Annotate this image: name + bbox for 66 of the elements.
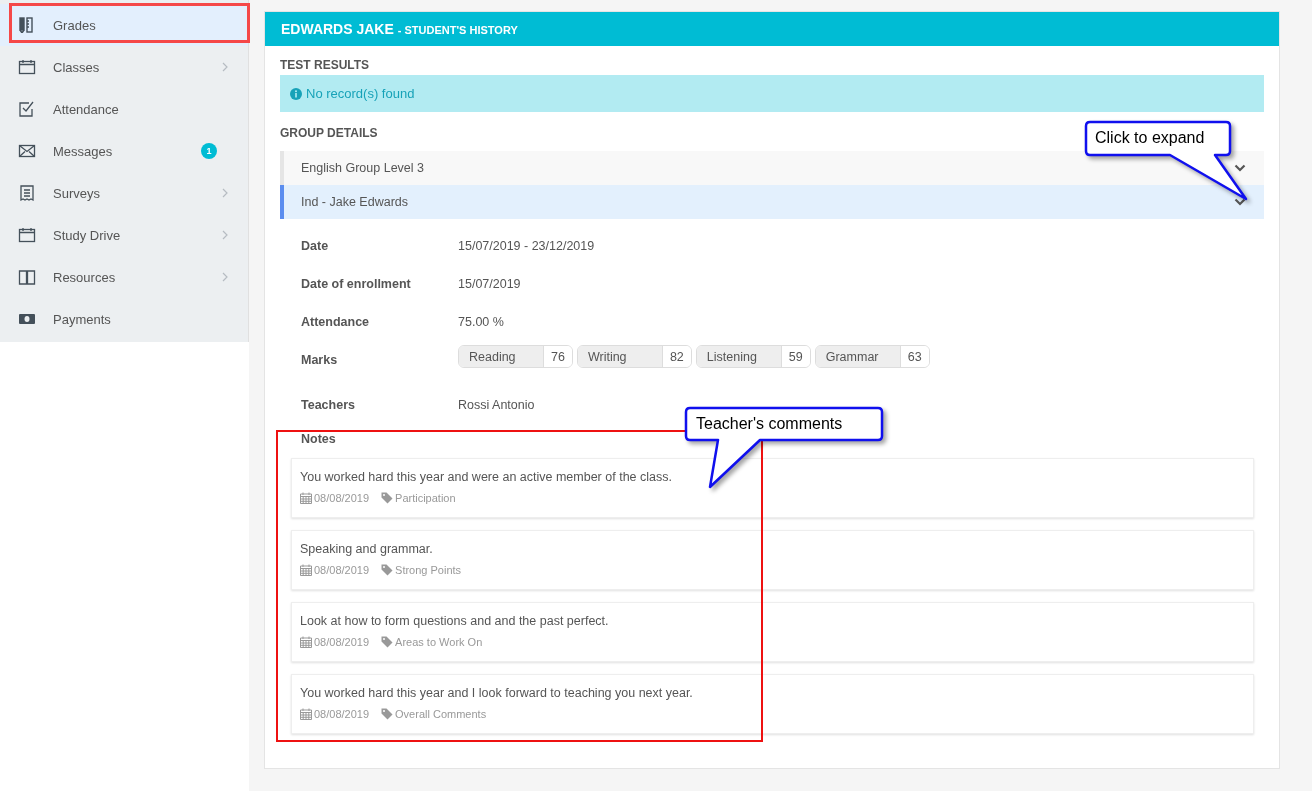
sidebar-item[interactable]: Resources: [0, 256, 248, 298]
tag-icon: [381, 636, 394, 648]
note-tag: Participation: [395, 492, 456, 504]
panel-subtitle: - STUDENT'S HISTORY: [397, 24, 518, 36]
sidebar-item[interactable]: Payments: [0, 298, 248, 340]
chevron-down-icon: [1234, 164, 1246, 172]
mark-subject: Grammar: [815, 346, 900, 367]
sidebar-item[interactable]: Classes: [0, 46, 248, 88]
book-icon: [18, 269, 36, 285]
banknote-icon: [18, 311, 36, 327]
note-tag: Overall Comments: [395, 708, 487, 720]
field-value: 15/07/2019: [458, 277, 521, 291]
document-icon: [18, 185, 36, 201]
field-label: Date: [301, 239, 330, 253]
field-label: Attendance: [301, 315, 371, 329]
sidebar-item[interactable]: Surveys: [0, 172, 248, 214]
mark-score: 82: [661, 346, 691, 367]
mark-subject: Writing: [577, 346, 662, 367]
sidebar-item[interactable]: Study Drive: [0, 214, 248, 256]
checkbox-icon: [18, 101, 36, 117]
calendar-icon: [300, 708, 312, 720]
note-date: 08/08/2019: [314, 708, 370, 720]
field-label: Date of enrollment: [301, 277, 412, 291]
calendar-icon: [18, 227, 36, 243]
note-date: 08/08/2019: [314, 636, 370, 648]
field-value: 75.00 %: [458, 315, 504, 329]
note-text: Look at how to form questions and and the past perfect.: [300, 614, 610, 628]
sidebar-item[interactable]: Messages 1: [0, 130, 248, 172]
calendar-icon: [300, 636, 312, 648]
callout-text: Teacher's comments: [696, 415, 843, 433]
note-tag: Areas to Work On: [395, 636, 483, 648]
sidebar-item[interactable]: Attendance: [0, 88, 248, 130]
calendar-icon: [300, 492, 312, 504]
group-header[interactable]: English Group Level 3: [280, 151, 1264, 185]
field-value: Rossi Antonio: [458, 398, 535, 412]
calendar-icon: [300, 564, 312, 576]
section-heading: TEST RESULTS: [280, 58, 370, 72]
tag-icon: [381, 564, 394, 576]
tag-icon: [381, 492, 394, 504]
note-date: 08/08/2019: [314, 564, 370, 576]
count-badge: 1: [201, 143, 217, 159]
chevron-down-icon: [1234, 198, 1246, 206]
group-header[interactable]: Ind - Jake Edwards: [280, 185, 1264, 219]
alert-message: No record(s) found: [306, 86, 415, 101]
note-date: 08/08/2019: [314, 492, 370, 504]
tag-icon: [381, 708, 394, 720]
panel-title: EDWARDS JAKE: [281, 21, 394, 37]
mark-subject: Reading: [459, 346, 543, 367]
info-icon: [290, 87, 302, 100]
note-text: You worked hard this year and I look forward to teaching you next year.: [300, 686, 694, 700]
note-text: Speaking and grammar.: [300, 542, 434, 556]
note-tag: Strong Points: [395, 564, 462, 576]
notes-heading: Notes: [301, 432, 337, 446]
calendar-icon: [18, 59, 36, 75]
envelope-icon: [18, 143, 36, 159]
mark-subject: Listening: [696, 346, 781, 367]
note-text: You worked hard this year and were an active member of the class.: [300, 470, 673, 484]
callout-text: Click to expand: [1095, 129, 1205, 147]
section-heading: GROUP DETAILS: [280, 126, 378, 140]
ruler-pencil-icon: [18, 17, 36, 33]
mark-score: 63: [899, 346, 929, 367]
field-label: Marks: [301, 353, 339, 367]
mark-score: 76: [543, 346, 572, 367]
field-value: 15/07/2019 - 23/12/2019: [458, 239, 595, 253]
field-label: Teachers: [301, 398, 356, 412]
mark-score: 59: [780, 346, 810, 367]
